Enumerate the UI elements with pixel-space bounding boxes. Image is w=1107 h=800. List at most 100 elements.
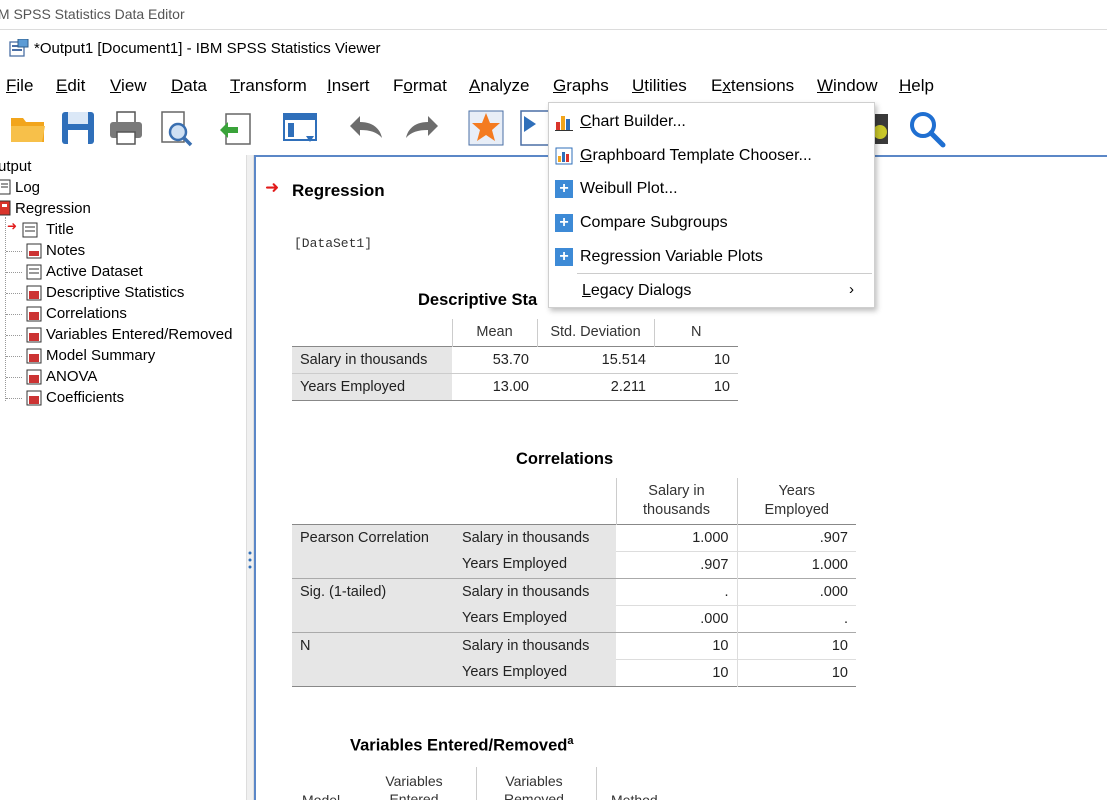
table-cell: 10 (713, 378, 730, 395)
table-icon (26, 390, 42, 406)
title-icon (22, 222, 38, 238)
outline-item-model-summary[interactable]: Model Summary (46, 347, 155, 364)
spss-app-icon (9, 39, 29, 57)
menu-item-weibull-plot[interactable]: + Weibull Plot... (549, 174, 874, 204)
regression-book-icon (0, 200, 11, 216)
menu-file[interactable]: File (6, 76, 33, 96)
log-icon (0, 179, 11, 195)
table-row: N Salary in thousands 10 10 (292, 632, 856, 660)
menu-separator (577, 273, 872, 274)
menu-utilities[interactable]: Utilities (632, 76, 687, 96)
menu-data[interactable]: Data (171, 76, 207, 96)
search-icon[interactable] (906, 108, 946, 148)
row-label: Salary in thousands (454, 524, 616, 551)
menu-bar: File Edit View Data Transform Insert For… (0, 68, 1107, 102)
menu-item-chart-builder[interactable]: Chart Builder... (549, 107, 874, 137)
table-cell: . (736, 605, 856, 632)
pane-splitter[interactable] (246, 155, 254, 800)
descriptive-statistics-title: Descriptive Sta (418, 291, 538, 309)
table-row: Salary in thousands 53.70 15.514 10 (292, 346, 738, 373)
background-window-titlebar: IM SPSS Statistics Data Editor (0, 0, 1107, 30)
dataset-label: [DataSet1] (294, 236, 373, 251)
chart-builder-icon (555, 116, 573, 131)
column-header: Variables Entered (385, 773, 443, 800)
menu-view[interactable]: View (110, 76, 147, 96)
table-cell: 10 (616, 632, 737, 660)
correlations-title: Correlations (516, 450, 614, 468)
menu-help[interactable]: Help (899, 76, 934, 96)
splitter-grip-icon[interactable] (248, 550, 252, 570)
menu-transform[interactable]: Transform (230, 76, 307, 96)
menu-graphs[interactable]: Graphs (553, 76, 609, 96)
menu-format[interactable]: Format (393, 76, 447, 96)
table-row: Sig. (1-tailed) Salary in thousands . .0… (292, 578, 856, 606)
goto-data-icon[interactable] (466, 108, 506, 148)
table-cell: 53.70 (492, 351, 529, 368)
group-label: N (292, 632, 454, 659)
plus-icon: + (555, 248, 573, 266)
outline-item-title[interactable]: Title (46, 221, 74, 238)
table-cell: 10 (736, 632, 856, 660)
table-cell: 15.514 (601, 351, 646, 368)
column-header: Std. Deviation (536, 319, 654, 346)
row-label: Salary in thousands (292, 346, 452, 373)
table-icon (26, 285, 42, 301)
outline-item-notes[interactable]: Notes (46, 242, 85, 259)
open-folder-icon[interactable] (8, 108, 48, 148)
outline-pane: utput Log Regression ➜ Title Notes Activ… (0, 155, 246, 800)
descriptive-statistics-table: Mean Std. Deviation N Salary in thousand… (292, 319, 738, 401)
plus-icon: + (555, 214, 573, 232)
outline-item-descriptive-statistics[interactable]: Descriptive Statistics (46, 284, 184, 301)
row-label: Salary in thousands (454, 632, 616, 659)
menu-window[interactable]: Window (817, 76, 877, 96)
background-window-title: IM SPSS Statistics Data Editor (0, 6, 185, 22)
row-label: Years Employed (454, 659, 616, 686)
export-icon[interactable] (216, 108, 256, 148)
table-cell: 2.211 (610, 378, 646, 395)
graphs-dropdown-menu: Chart Builder... Graphboard Template Cho… (548, 102, 875, 308)
selected-arrow-icon: ➜ (7, 219, 18, 233)
menu-item-legacy-dialogs[interactable]: Legacy Dialogs › (549, 276, 874, 306)
row-label: Salary in thousands (454, 578, 616, 605)
notes-icon (26, 243, 42, 259)
column-header: Model (302, 792, 341, 800)
save-icon[interactable] (58, 108, 98, 148)
redo-icon[interactable] (402, 108, 442, 148)
print-icon[interactable] (106, 108, 146, 148)
menu-edit[interactable]: Edit (56, 76, 85, 96)
outline-item-coefficients[interactable]: Coefficients (46, 389, 124, 406)
window-title: *Output1 [Document1] - IBM SPSS Statisti… (34, 40, 381, 57)
outline-item-correlations[interactable]: Correlations (46, 305, 127, 322)
menu-item-regression-variable-plots[interactable]: + Regression Variable Plots (549, 242, 874, 272)
plus-icon: + (555, 180, 573, 198)
outline-item-active-dataset[interactable]: Active Dataset (46, 263, 143, 280)
table-cell: .907 (700, 556, 729, 573)
table-row: Years Employed 13.00 2.211 10 (292, 373, 738, 400)
graphboard-icon (555, 147, 573, 165)
outline-root[interactable]: utput (0, 158, 31, 175)
row-label: Years Employed (292, 373, 452, 400)
menu-item-graphboard-template-chooser[interactable]: Graphboard Template Chooser... (549, 141, 874, 171)
undo-icon[interactable] (346, 108, 386, 148)
outline-item-anova[interactable]: ANOVA (46, 368, 97, 385)
menu-insert[interactable]: Insert (327, 76, 370, 96)
menu-item-compare-subgroups[interactable]: + Compare Subgroups (549, 208, 874, 238)
menu-extensions[interactable]: Extensions (711, 76, 794, 96)
column-header: Method (611, 792, 658, 800)
outline-item-variables-entered-removed[interactable]: Variables Entered/Removed (46, 326, 233, 343)
submenu-arrow-icon: › (849, 281, 854, 298)
row-label: Years Employed (454, 551, 616, 578)
designate-window-icon[interactable] (280, 108, 320, 148)
current-item-arrow-icon: ➜ (265, 178, 280, 197)
menu-analyze[interactable]: Analyze (469, 76, 529, 96)
table-icon (26, 306, 42, 322)
table-cell: 1.000 (736, 551, 856, 578)
outline-log[interactable]: Log (15, 179, 40, 196)
row-label: Years Employed (454, 605, 616, 632)
table-cell: .907 (736, 524, 856, 552)
print-preview-icon[interactable] (156, 108, 196, 148)
table-cell: 1.000 (616, 524, 737, 552)
table-cell: 13.00 (492, 378, 529, 395)
correlations-table: Salary in thousands Years Employed Pears… (292, 478, 856, 687)
outline-regression[interactable]: Regression (15, 200, 91, 217)
